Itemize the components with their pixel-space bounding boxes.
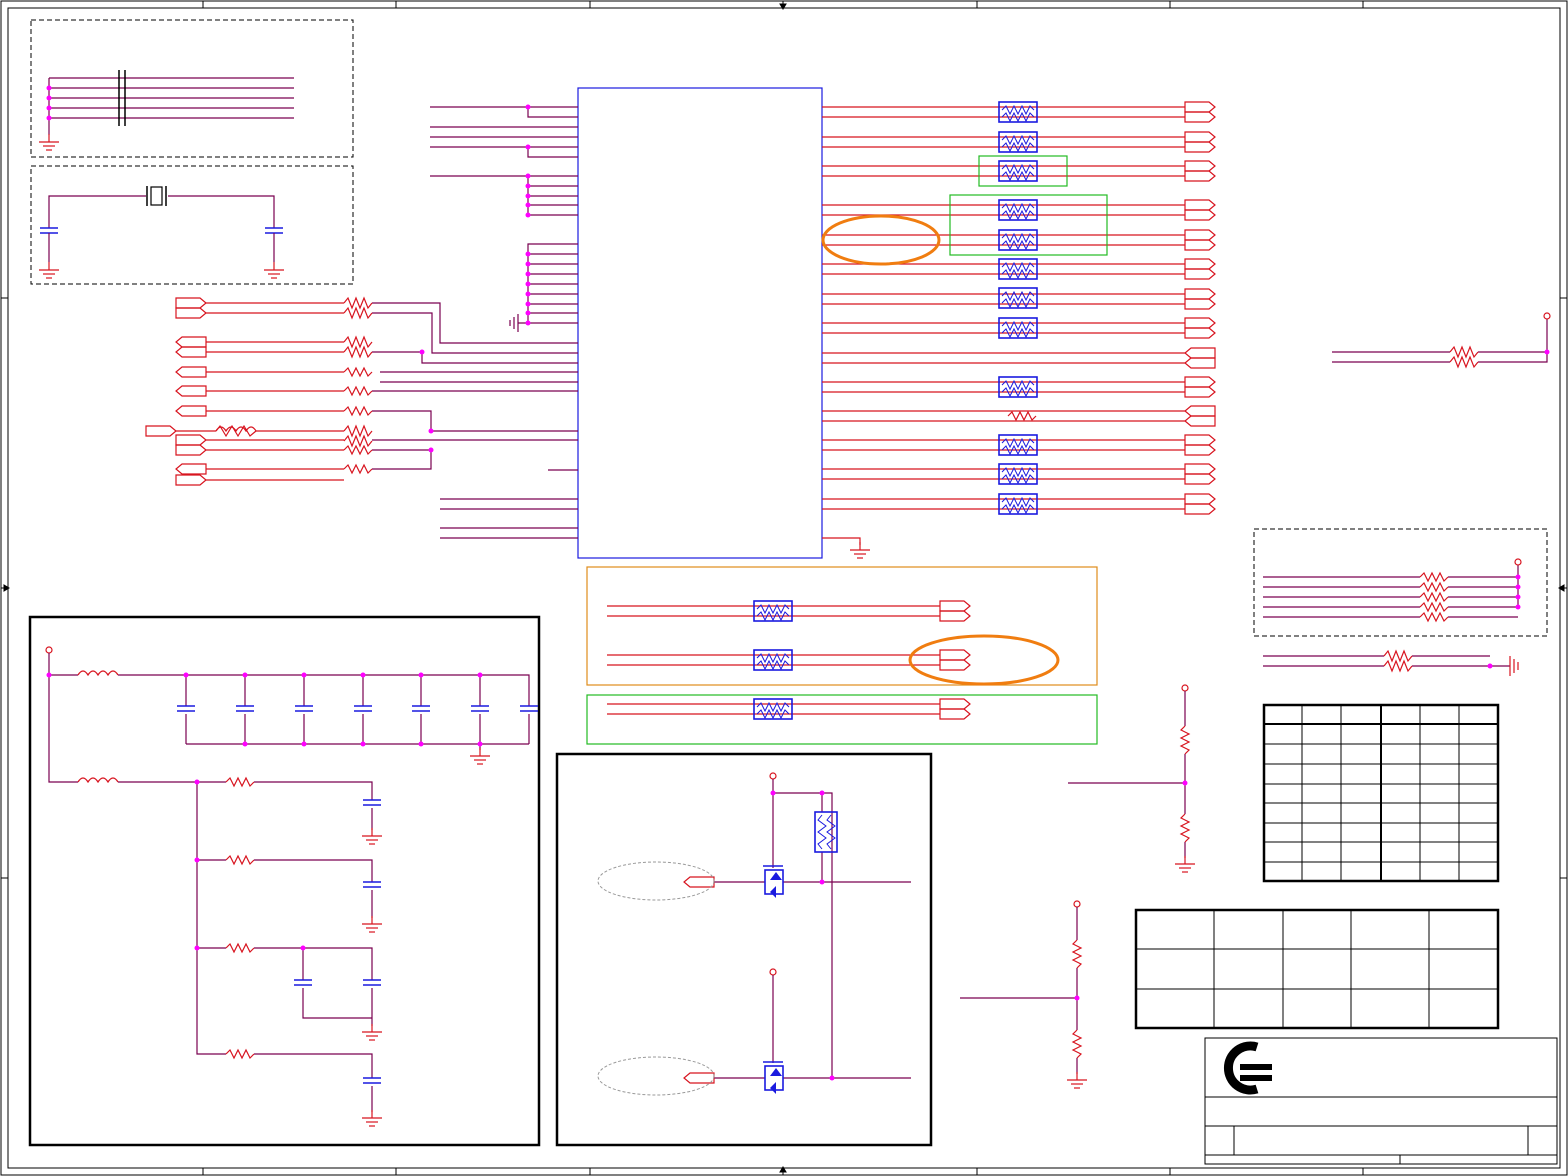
ic-right-nets — [822, 106, 1185, 545]
decoupling-block — [30, 19, 354, 158]
right-resistor-block — [1253, 528, 1548, 637]
ic-left-nets — [372, 106, 578, 539]
revision-table — [1262, 703, 1500, 883]
green-group — [586, 694, 1098, 745]
highlight-ellipse-top — [821, 214, 941, 266]
voltage-divider-upper — [1068, 684, 1196, 873]
schematic-sheet — [0, 0, 1568, 1176]
right-ground-resistor — [1263, 650, 1519, 676]
orange-group — [586, 566, 1098, 686]
title-block — [1204, 1037, 1558, 1165]
ic-ground-side — [509, 314, 519, 332]
voltage-divider-lower — [960, 900, 1088, 1089]
left-signal-resistors — [145, 297, 373, 486]
highlight-ellipse-bottom — [908, 634, 1060, 686]
c-equals-logo — [1223, 1041, 1272, 1095]
power-filter-block — [28, 615, 541, 1147]
signature-table — [1134, 908, 1500, 1030]
mosfet-block — [555, 752, 933, 1147]
sheet-frame — [0, 0, 1568, 1176]
ic-left-junctions — [419, 104, 531, 453]
crystal-block — [30, 165, 354, 285]
highlight-box-green — [949, 194, 1108, 256]
ic-right-ports — [1184, 101, 1216, 515]
main-ic — [577, 87, 823, 559]
ic-right-ferrites — [998, 101, 1038, 515]
right-pullup — [1332, 312, 1551, 368]
